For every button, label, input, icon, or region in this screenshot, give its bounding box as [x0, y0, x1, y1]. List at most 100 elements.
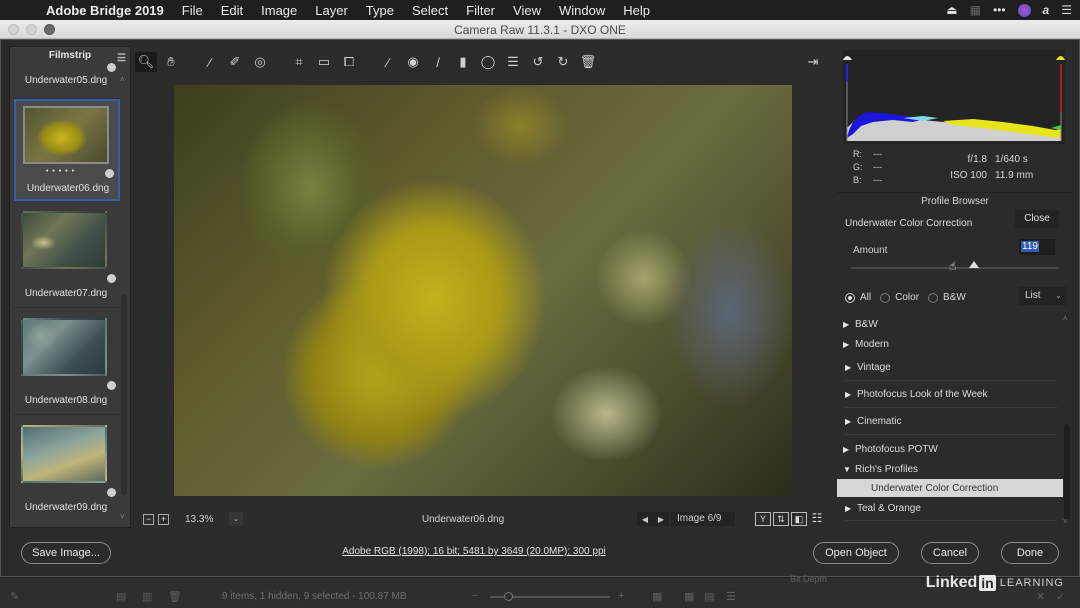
edit-icon[interactable]: ✎ — [10, 590, 19, 603]
highlight-clipping-warning-icon[interactable] — [1053, 50, 1065, 60]
profile-group[interactable]: ▶ Teal & Orange — [845, 497, 1057, 521]
close-profile-browser-button[interactable]: Close — [1015, 210, 1059, 228]
filmstrip-item[interactable]: Underwater08.dng — [14, 308, 120, 415]
preview-image[interactable] — [174, 85, 792, 496]
slider-knob[interactable] — [968, 261, 979, 268]
scroll-up-icon[interactable]: ˄ — [1063, 314, 1068, 323]
thumbnail-image — [21, 425, 107, 483]
delete-icon[interactable]: 🗑︎ — [168, 590, 182, 603]
trash-icon[interactable]: 🗑︎ — [577, 52, 599, 72]
graduated-filter-icon[interactable]: ▮ — [452, 52, 474, 72]
profile-list-scrollbar[interactable]: ˄ ˅ — [1063, 314, 1071, 526]
list-view-icon[interactable]: ☰ — [726, 590, 736, 603]
menu-help[interactable]: Help — [623, 3, 650, 18]
workflow-options-link[interactable]: Adobe RGB (1998); 16 bit; 5481 by 3649 (… — [301, 546, 647, 557]
menu-type[interactable]: Type — [366, 3, 394, 18]
thumbnail-view-icon[interactable]: ▦ — [684, 590, 694, 603]
previous-image-icon[interactable]: ◀ — [642, 515, 648, 524]
filmstrip-item-selected[interactable]: • • • • • Underwater06.dng — [14, 99, 120, 201]
details-view-icon[interactable]: ▤ — [704, 590, 714, 603]
thumbnail-smaller-icon[interactable]: − — [472, 590, 478, 602]
filter-bw-label[interactable]: B&W — [943, 292, 966, 303]
profile-group[interactable]: ▶User Profiles — [837, 521, 1065, 527]
profile-group[interactable]: ▶ Photofocus Look of the Week — [845, 381, 1057, 408]
scrollbar-thumb[interactable] — [1064, 424, 1070, 520]
transform-tool-icon[interactable]: ⧠ — [338, 52, 360, 72]
filter-all-label[interactable]: All — [860, 292, 871, 303]
next-image-icon[interactable]: ▶ — [658, 515, 664, 524]
menu-edit[interactable]: Edit — [221, 3, 243, 18]
filter-bw-radio[interactable] — [928, 292, 939, 303]
profile-group[interactable]: ▶ Cinematic — [845, 408, 1057, 435]
menu-layer[interactable]: Layer — [315, 3, 348, 18]
amount-input[interactable]: 119 — [1019, 239, 1055, 255]
profile-group[interactable]: ▶ Vintage — [845, 354, 1057, 381]
profile-item-selected[interactable]: Underwater Color Correction — [837, 479, 1063, 497]
straighten-tool-icon[interactable]: ▭ — [313, 52, 335, 72]
more-icon[interactable]: ••• — [993, 3, 1006, 17]
slider-knob[interactable] — [504, 592, 513, 601]
zoom-dropdown-icon[interactable]: ⌄ — [229, 512, 243, 526]
grid-lock-icon[interactable]: ▦ — [652, 590, 662, 603]
cancel-button[interactable]: Cancel — [921, 542, 979, 564]
hand-tool-icon[interactable]: ✋︎ — [160, 52, 182, 72]
thumbnail-larger-icon[interactable]: + — [618, 590, 624, 602]
scrollbar-thumb[interactable] — [121, 295, 127, 495]
copy-settings-icon[interactable]: ◧ — [791, 512, 807, 526]
thumbnail-size-slider[interactable] — [490, 592, 610, 601]
radial-filter-icon[interactable]: ◯ — [477, 52, 499, 72]
rating-dots[interactable]: • • • • • — [46, 168, 75, 175]
view-mode-dropdown[interactable]: List ⌄ — [1019, 287, 1067, 305]
new-smart-collection-icon[interactable]: ▥ — [142, 590, 152, 603]
zoom-out-button[interactable]: − — [143, 513, 154, 525]
rotate-left-icon[interactable]: ↺ — [527, 52, 549, 72]
scroll-down-icon[interactable]: ˅ — [1063, 517, 1068, 526]
menu-select[interactable]: Select — [412, 3, 448, 18]
siri-icon[interactable] — [1017, 3, 1031, 17]
menu-window[interactable]: Window — [559, 3, 605, 18]
red-eye-tool-icon[interactable]: ◉ — [402, 52, 424, 72]
scroll-up-icon[interactable]: ˄ — [120, 75, 125, 84]
new-collection-icon[interactable]: ▤ — [116, 590, 126, 603]
menu-filter[interactable]: Filter — [466, 3, 495, 18]
zoom-in-button[interactable]: + — [158, 513, 169, 525]
profile-group[interactable]: ▶ B&W — [837, 314, 1065, 334]
preview-settings-icon[interactable]: ☷ — [809, 512, 825, 526]
profile-group[interactable]: ▶ Photofocus POTW — [837, 435, 1065, 459]
menu-file[interactable]: File — [182, 3, 203, 18]
filter-color-radio[interactable] — [880, 292, 891, 303]
done-button[interactable]: Done — [1001, 542, 1059, 564]
menu-image[interactable]: Image — [261, 3, 297, 18]
list-icon[interactable]: ☰ — [1061, 3, 1072, 17]
swap-settings-icon[interactable]: ⇅ — [773, 512, 789, 526]
profile-group-expanded[interactable]: ▼ Rich's Profiles — [837, 459, 1065, 479]
amount-slider[interactable]: ☝︎ — [851, 259, 1059, 273]
save-image-button[interactable]: Save Image... — [21, 542, 111, 564]
filmstrip-item[interactable]: Underwater05.dng — [14, 63, 120, 99]
targeted-adjustment-tool-icon[interactable]: ◎ — [249, 52, 271, 72]
grid-icon[interactable]: ▦ — [970, 3, 981, 17]
spot-removal-tool-icon[interactable]: ⁄ — [377, 52, 399, 72]
color-sampler-tool-icon[interactable]: ✐ — [224, 52, 246, 72]
crop-tool-icon[interactable]: ⌗ — [288, 52, 310, 72]
upload-icon[interactable]: ⏏ — [946, 3, 957, 17]
white-balance-tool-icon[interactable]: ⁄ — [199, 52, 221, 72]
zoom-tool-icon[interactable]: 🔍︎ — [135, 52, 157, 72]
menu-app-name[interactable]: Adobe Bridge 2019 — [46, 3, 164, 18]
scroll-down-icon[interactable]: ˅ — [120, 512, 125, 521]
text-icon[interactable]: a — [1043, 3, 1050, 17]
filmstrip-item[interactable]: Underwater07.dng — [14, 201, 120, 308]
menu-view[interactable]: View — [513, 3, 541, 18]
shadow-clipping-warning-icon[interactable] — [843, 50, 855, 60]
open-object-button[interactable]: Open Object — [813, 542, 899, 564]
filter-color-label[interactable]: Color — [895, 292, 919, 303]
filter-all-radio[interactable] — [845, 292, 855, 303]
fullscreen-toggle-icon[interactable]: ⇥ — [802, 52, 824, 72]
rotate-right-icon[interactable]: ↻ — [552, 52, 574, 72]
profile-group[interactable]: ▶ Modern — [837, 334, 1065, 354]
filmstrip-item[interactable]: Underwater09.dng — [14, 415, 120, 522]
before-after-view-icon[interactable]: Y — [755, 512, 771, 526]
presets-list-icon[interactable]: ☰ — [502, 52, 524, 72]
filmstrip-scrollbar[interactable]: ˄ ˅ — [120, 75, 128, 521]
adjustment-brush-icon[interactable]: / — [427, 52, 449, 72]
